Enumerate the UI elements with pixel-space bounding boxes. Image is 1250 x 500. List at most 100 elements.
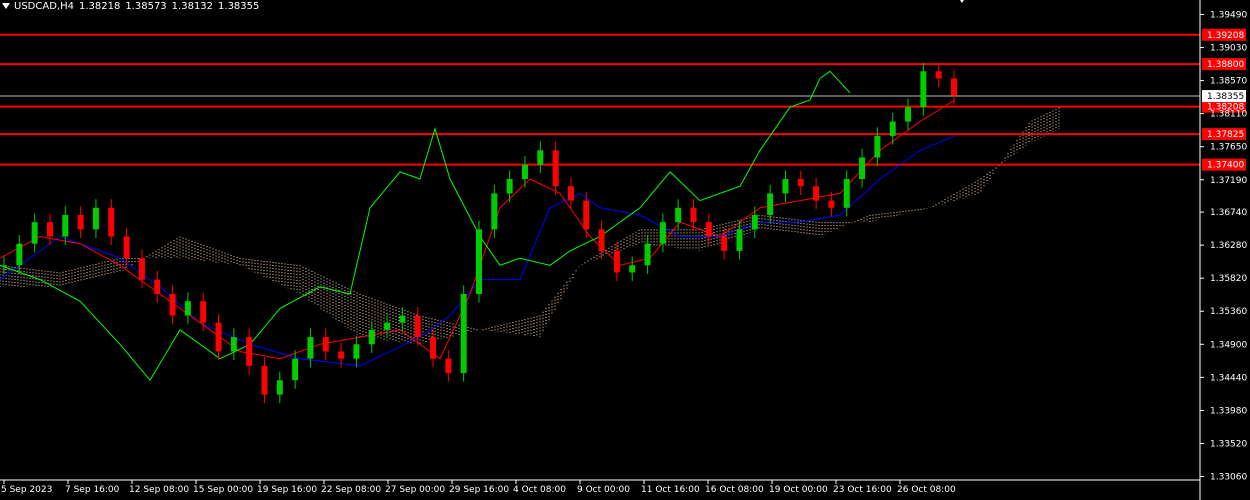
chart-header: USDCAD,H4 1.38218 1.38573 1.38132 1.38355 [2,1,264,12]
candle-body [62,214,69,237]
y-tick-label: 1.33520 [1210,439,1247,449]
candle-body [797,179,804,187]
y-tick-label: 1.39490 [1210,11,1247,21]
candle-body [935,71,942,79]
candle-body [368,329,375,345]
candle-body [613,250,620,273]
candle-body [828,200,835,208]
candle-body [31,222,38,244]
y-tick-label: 1.36280 [1210,241,1247,251]
x-tick-label: 11 Oct 16:00 [641,485,700,495]
y-tick-label: 1.34900 [1210,340,1247,350]
y-tick-label: 1.38570 [1210,77,1247,87]
candle-body [1,265,7,267]
candle-body [567,186,574,201]
candle-body [16,243,23,266]
candle-body [246,337,253,366]
candle-body [261,365,268,395]
candle-body [889,121,896,136]
candle-body [292,358,299,381]
candle-body [751,214,758,230]
candle-body [629,265,636,273]
y-tick-label: 1.37190 [1210,176,1247,186]
candle-body [859,157,866,180]
candle-body [276,380,283,395]
candle-body [460,293,467,374]
y-tick-label: 1.38110 [1210,110,1247,120]
candle-body [721,236,728,251]
level-price-label: 1.37825 [1207,130,1244,140]
candle-body [445,358,452,374]
candle-body [123,236,130,259]
open-value: 1.38218 [78,1,121,12]
candle-body [169,293,176,316]
candle-body [659,222,666,244]
candle-body [322,337,329,352]
candle-body [414,315,421,338]
y-tick-label: 1.39030 [1210,44,1247,54]
candle-body [92,207,99,230]
x-tick-label: 19 Oct 00:00 [769,485,828,495]
candle-body [767,193,774,215]
candle-body [736,229,743,251]
candle-body [920,71,927,108]
candle-body [384,322,391,330]
candle-body [782,179,789,194]
candle-body [843,179,850,208]
candle-body [46,222,53,237]
x-tick-label: 23 Oct 16:00 [833,485,892,495]
y-tick-label: 1.33060 [1210,473,1247,483]
candle-body [951,78,957,96]
candle-body [154,279,161,294]
x-tick-label: 19 Sep 16:00 [257,485,317,495]
x-tick-label: 12 Sep 08:00 [129,485,189,495]
candle-body [690,207,697,223]
candle-body [552,150,559,187]
candle-body [338,351,345,359]
candle-body [430,337,437,359]
y-tick-label: 1.35360 [1210,307,1247,317]
candle-body [644,243,651,266]
candle-body [230,337,237,352]
candle-body [598,229,605,251]
x-tick-label: 16 Oct 08:00 [705,485,764,495]
candle-body [537,150,544,165]
candle-body [138,258,145,280]
y-tick-label: 1.35820 [1210,274,1247,284]
candle-body [905,107,912,122]
candle-body [108,207,115,237]
candle-body [184,301,191,316]
level-price-label: 1.38800 [1207,60,1244,70]
x-tick-label: 4 Oct 08:00 [513,485,566,495]
x-tick-label: 15 Sep 00:00 [193,485,253,495]
candle-body [77,214,84,230]
candle-body [200,301,207,323]
x-tick-label: 22 Sep 08:00 [321,485,381,495]
candle-body [399,315,406,323]
candle-body [705,222,712,237]
low-value: 1.38132 [171,1,214,12]
x-tick-label: 29 Sep 16:00 [449,485,509,495]
candle-body [675,207,682,223]
level-price-label: 1.37400 [1207,161,1244,171]
y-tick-label: 1.36740 [1210,208,1247,218]
current-price-label: 1.38355 [1207,92,1244,102]
candle-body [874,135,881,158]
triangle-down-icon[interactable] [2,3,10,9]
candle-body [521,164,528,180]
candle-body [491,193,498,230]
y-tick-label: 1.37650 [1210,143,1247,153]
close-value: 1.38355 [218,1,260,12]
candle-body [813,186,820,201]
x-tick-label: 7 Sep 16:00 [65,485,120,495]
candle-body [476,229,482,294]
price-chart[interactable]: 1.392081.388001.382081.378251.374001.383… [0,0,1250,500]
level-price-label: 1.39208 [1207,31,1244,41]
x-tick-label: 27 Sep 00:00 [385,485,445,495]
candle-body [353,344,360,359]
x-tick-label: 26 Oct 08:00 [897,485,956,495]
window-mark-icon [956,0,968,3]
candle-body [506,179,513,194]
y-tick-label: 1.33980 [1210,406,1247,416]
candle-body [307,337,314,359]
